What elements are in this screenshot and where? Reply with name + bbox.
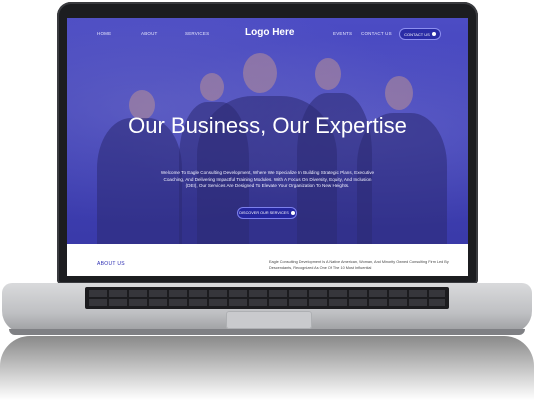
site-logo[interactable]: Logo Here — [245, 27, 294, 38]
laptop-mockup: HOME ABOUT SERVICES Logo Here EVENTS CON… — [0, 0, 534, 400]
circle-arrow-icon — [290, 211, 295, 215]
hero-section: HOME ABOUT SERVICES Logo Here EVENTS CON… — [67, 18, 468, 244]
hero-intro-text: Welcome To Eagle Consulting Development,… — [160, 170, 375, 189]
laptop-hinge — [9, 329, 525, 335]
contact-us-button-label: CONTACT US — [404, 31, 430, 37]
trackpad — [226, 311, 312, 329]
laptop-screen: HOME ABOUT SERVICES Logo Here EVENTS CON… — [67, 18, 468, 276]
laptop-reflection — [0, 336, 534, 400]
discover-services-label: DISCOVER OUR SERVICES — [239, 211, 289, 215]
nav-contact-us[interactable]: CONTACT US — [361, 31, 392, 36]
contact-us-button[interactable]: CONTACT US — [399, 28, 441, 40]
hero-headline: Our Business, Our Expertise — [128, 113, 407, 138]
nav-events[interactable]: EVENTS — [333, 31, 352, 36]
circle-arrow-icon — [431, 32, 436, 36]
about-us-heading: ABOUT US — [97, 261, 125, 267]
nav-about[interactable]: ABOUT — [141, 31, 158, 36]
keyboard — [85, 287, 449, 309]
discover-services-button[interactable]: DISCOVER OUR SERVICES — [237, 207, 297, 219]
keyboard-keys — [89, 290, 445, 306]
about-us-text: Eagle Consulting Development Is A Native… — [269, 260, 449, 270]
top-navigation: HOME ABOUT SERVICES Logo Here EVENTS CON… — [67, 18, 468, 48]
nav-services[interactable]: SERVICES — [185, 31, 209, 36]
nav-home[interactable]: HOME — [97, 31, 111, 36]
